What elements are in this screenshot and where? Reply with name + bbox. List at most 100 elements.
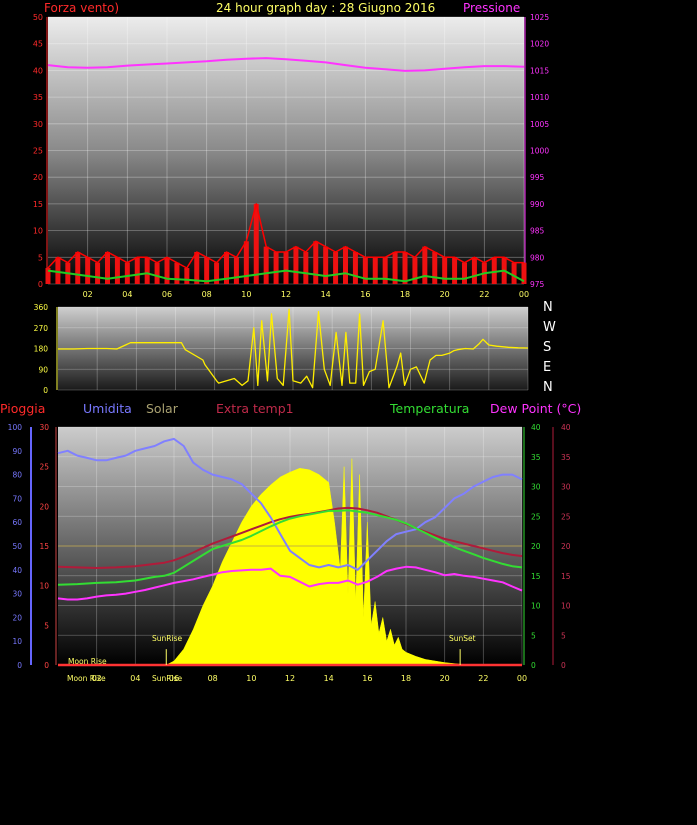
temp-tick-label: 35 [531,453,541,462]
temp-tick-label: 0 [531,661,536,670]
wind-tick-label: 30 [33,120,43,129]
direction-tick-label: 270 [34,324,49,333]
temp-time-tick: 08 [208,674,218,683]
dew-tick-label: 35 [561,453,571,462]
graph-title: 24 hour graph day : 28 Giugno 2016 [216,1,435,15]
direction-tick-label: 360 [34,303,49,312]
rain-tick-label: 60 [12,518,22,527]
rain-tick-label: 50 [12,542,22,551]
direction-ticks: 0 90 180 270 360 [34,303,49,395]
compass-n-top: N [543,300,553,315]
solar-tick-label: 20 [39,502,49,511]
sunrise-axis-marker: SunRise [152,674,182,683]
legend-solar: Solar [146,401,179,416]
dew-tick-label: 10 [561,602,571,611]
dew-tick-label: 5 [561,631,566,640]
wind-direction-panel: 0 90 180 270 360 N W S E N [34,300,556,395]
weather-graph: 0510152025303540455097598098599099510001… [0,1,581,683]
wind-time-tick: 00 [519,290,529,299]
compass-labels: N W S E N [543,300,556,395]
pressure-tick-label: 980 [530,253,545,262]
wind-time-tick: 22 [479,290,489,299]
wind-tick-label: 35 [33,93,43,102]
temp-tick-label: 30 [531,483,541,492]
legend-rain: Pioggia [0,401,45,416]
solar-tick-label: 5 [44,621,49,630]
wind-tick-label: 5 [38,253,43,262]
temperature-panel: Pioggia Umidita Solar Extra temp1 Temper… [0,401,581,683]
wind-tick-label: 50 [33,13,43,22]
temp-time-tick: 14 [324,674,334,683]
compass-e: E [543,360,551,375]
solar-tick-label: 15 [39,542,49,551]
pressure-tick-label: 1000 [530,147,549,156]
dew-tick-label: 0 [561,661,566,670]
rain-tick-label: 20 [12,613,22,622]
pressure-tick-label: 1020 [530,40,549,49]
moonrise-axis-marker: Moon Rise [67,674,106,683]
wind-time-tick: 02 [83,290,93,299]
wind-time-tick: 16 [360,290,370,299]
wind-time-tick: 12 [281,290,291,299]
legend-temperature: Temperatura [389,401,469,416]
wind-time-tick: 04 [122,290,132,299]
wind-tick-label: 20 [33,173,43,182]
temp-time-tick: 22 [478,674,488,683]
rain-tick-label: 100 [8,423,23,432]
rain-tick-label: 10 [12,637,22,646]
wind-tick-label: 15 [33,200,43,209]
solar-tick-label: 10 [39,582,49,591]
temp-time-tick: 04 [130,674,140,683]
pressure-axis-title: Pressione [463,1,520,15]
wind-tick-label: 45 [33,40,43,49]
rain-tick-label: 40 [12,566,22,575]
pressure-tick-label: 1015 [530,66,549,75]
pressure-tick-label: 985 [530,227,545,236]
compass-s: S [543,340,551,355]
wind-time-tick: 18 [400,290,410,299]
temp-tick-label: 25 [531,512,541,521]
direction-tick-label: 0 [43,386,48,395]
moonrise-marker: Moon Rise [68,657,107,666]
dew-tick-label: 40 [561,423,571,432]
temp-time-tick: 20 [440,674,450,683]
temp-time-tick: 16 [362,674,372,683]
pressure-tick-label: 1005 [530,120,549,129]
compass-n-bottom: N [543,380,553,395]
wind-time-tick: 08 [202,290,212,299]
temp-time-tick: 18 [401,674,411,683]
wind-time-tick: 14 [321,290,331,299]
temp-tick-label: 15 [531,572,541,581]
temp-time-tick: 10 [246,674,256,683]
wind-tick-label: 40 [33,66,43,75]
rain-tick-label: 0 [17,661,22,670]
wind-time-tick: 10 [241,290,251,299]
dew-tick-label: 25 [561,512,571,521]
temp-tick-label: 5 [531,631,536,640]
solar-tick-label: 30 [39,423,49,432]
wind-axis-title: Forza vento) [44,1,119,15]
wind-time-tick: 20 [440,290,450,299]
temp-time-tick: 00 [517,674,527,683]
solar-tick-label: 25 [39,463,49,472]
wind-pressure-panel: 0510152025303540455097598098599099510001… [33,1,550,299]
legend-extra-temp: Extra temp1 [216,401,294,416]
legend-dew-point: Dew Point (°C) [490,401,581,416]
direction-tick-label: 90 [38,365,48,374]
pressure-tick-label: 1025 [530,13,549,22]
pressure-tick-label: 975 [530,280,545,289]
temp-tick-label: 40 [531,423,541,432]
direction-tick-label: 180 [34,345,49,354]
rain-tick-label: 70 [12,494,22,503]
wind-tick-label: 25 [33,147,43,156]
solar-tick-label: 0 [44,661,49,670]
pressure-tick-label: 990 [530,200,545,209]
temp-time-tick: 12 [285,674,295,683]
sunset-marker: SunSet [449,634,476,643]
dew-tick-label: 15 [561,572,571,581]
wind-time-tick: 06 [162,290,172,299]
rain-tick-label: 30 [12,590,22,599]
dew-tick-label: 30 [561,483,571,492]
rain-tick-label: 80 [12,471,22,480]
legend-humidity: Umidita [83,401,132,416]
